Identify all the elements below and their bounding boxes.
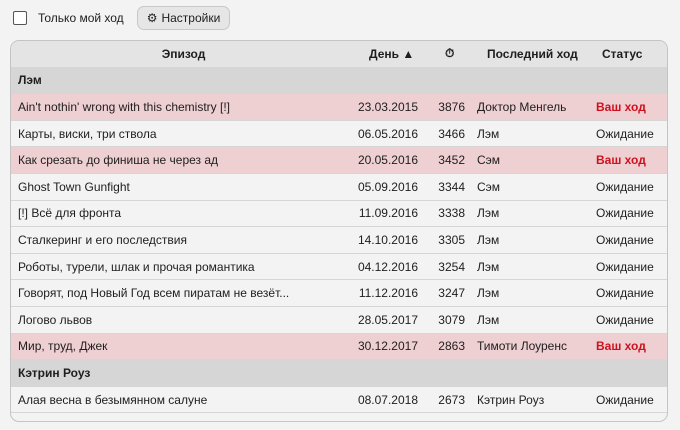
table-row[interactable]: [!] Всё для фронта 11.09.2016 3338 Лэм О… — [11, 201, 667, 228]
table-row[interactable]: Как срезать до финиша не через ад 20.05.… — [11, 147, 667, 174]
last-move-cell: Кэтрин Роуз — [477, 392, 545, 407]
table-row[interactable]: Сталкеринг и его последствия 14.10.2016 … — [11, 227, 667, 254]
episode-cell: Мир, труд, Джек — [18, 339, 108, 354]
status-cell: Ожидание — [596, 312, 654, 327]
number-cell: 3247 — [438, 286, 465, 301]
day-cell: 11.09.2016 — [358, 206, 418, 221]
status-cell: Ожидание — [596, 232, 654, 247]
table-row[interactable]: Говорят, под Новый Год всем пиратам не в… — [11, 280, 667, 307]
last-move-cell: Сэм — [477, 153, 501, 168]
last-move-cell: Сэм — [477, 179, 501, 194]
day-cell: 11.12.2016 — [358, 286, 418, 301]
column-episode[interactable]: Эпизод — [11, 47, 356, 61]
sort-ascending-icon: ▲ — [402, 46, 415, 61]
status-cell: Ваш ход — [596, 339, 646, 354]
status-cell: Ожидание — [596, 126, 654, 141]
last-move-cell: Доктор Менгель — [477, 99, 567, 114]
day-cell: 08.07.2018 — [357, 392, 418, 407]
column-day[interactable]: День ▲ — [369, 47, 414, 61]
episode-cell: Карты, виски, три ствола — [18, 126, 157, 141]
day-cell: 28.05.2017 — [357, 312, 418, 327]
settings-button[interactable]: ⚙ Настройки — [136, 6, 231, 30]
number-cell: 2863 — [438, 339, 465, 354]
number-cell: 3344 — [438, 179, 465, 194]
number-cell: 3338 — [438, 206, 465, 221]
last-move-cell: Лэм — [477, 206, 500, 221]
toolbar: Только мой ход ⚙ Настройки — [13, 6, 231, 30]
column-last-move[interactable]: Последний ход — [487, 47, 578, 61]
group-name: Кэтрин Роуз — [18, 365, 91, 380]
last-move-cell: Лэм — [477, 259, 500, 274]
table-row[interactable]: Ain't nothin' wrong with this chemistry … — [11, 94, 667, 121]
gear-icon: ⚙ — [146, 11, 158, 25]
table-row[interactable]: Мир, труд, Джек 30.12.2017 2863 Тимоти Л… — [11, 333, 667, 361]
table-row[interactable]: Ghost Town Gunfight 05.09.2016 3344 Сэм … — [11, 174, 667, 201]
episodes-table: Эпизод День ▲ ⏱ Последний ход Статус Лэм… — [10, 40, 668, 422]
number-cell: 2673 — [438, 392, 465, 407]
column-status[interactable]: Статус — [602, 47, 642, 61]
last-move-cell: Лэм — [477, 126, 500, 141]
episode-cell: Ain't nothin' wrong with this chemistry … — [18, 99, 230, 114]
episode-cell: Сталкеринг и его последствия — [18, 232, 187, 247]
status-cell: Ожидание — [596, 286, 654, 301]
episode-cell: Логово львов — [18, 312, 93, 327]
table-row[interactable]: Алая весна в безымянном салуне 08.07.201… — [11, 387, 667, 414]
day-cell: 05.09.2016 — [357, 179, 418, 194]
episode-cell: Ghost Town Gunfight — [18, 179, 130, 194]
day-cell: 04.12.2016 — [357, 259, 418, 274]
number-cell: 3305 — [438, 232, 465, 247]
number-cell: 3466 — [438, 126, 465, 141]
table-row[interactable]: Логово львов 28.05.2017 3079 Лэм Ожидани… — [11, 307, 667, 334]
settings-label: Настройки — [161, 11, 221, 25]
day-cell: 20.05.2016 — [357, 153, 418, 168]
status-cell: Ожидание — [596, 206, 654, 221]
table-row[interactable]: Карты, виски, три ствола 06.05.2016 3466… — [11, 121, 667, 148]
group-name: Лэм — [18, 73, 42, 88]
timer-icon[interactable]: ⏱ — [445, 46, 454, 61]
episode-cell: [!] Всё для фронта — [18, 206, 122, 221]
last-move-cell: Лэм — [477, 312, 500, 327]
last-move-cell: Тимоти Лоуренс — [477, 339, 567, 354]
episode-cell: Роботы, турели, шлак и прочая романтика — [18, 259, 255, 274]
last-move-cell: Лэм — [477, 232, 500, 247]
status-cell: Ваш ход — [596, 99, 646, 114]
number-cell: 3876 — [438, 99, 465, 114]
group-row[interactable]: Кэтрин Роуз — [11, 360, 667, 387]
day-cell: 30.12.2017 — [357, 339, 418, 354]
number-cell: 3452 — [438, 153, 465, 168]
day-cell: 23.03.2015 — [357, 99, 418, 114]
day-cell: 06.05.2016 — [357, 126, 418, 141]
number-cell: 3254 — [438, 259, 465, 274]
group-row[interactable]: Лэм — [11, 67, 667, 95]
only-my-turn-label[interactable]: Только мой ход — [38, 11, 124, 25]
episode-cell: Говорят, под Новый Год всем пиратам не в… — [18, 286, 290, 301]
status-cell: Ваш ход — [596, 153, 646, 168]
last-move-cell: Лэм — [477, 286, 500, 301]
status-cell: Ожидание — [596, 179, 654, 194]
status-cell: Ожидание — [596, 392, 654, 407]
only-my-turn-checkbox[interactable] — [13, 11, 27, 25]
number-cell: 3079 — [438, 312, 465, 327]
table-header: Эпизод День ▲ ⏱ Последний ход Статус — [11, 41, 667, 68]
day-cell: 14.10.2016 — [357, 232, 418, 247]
episode-cell: Как срезать до финиша не через ад — [18, 153, 219, 168]
episode-cell: Алая весна в безымянном салуне — [18, 392, 208, 407]
table-row[interactable]: Роботы, турели, шлак и прочая романтика … — [11, 254, 667, 281]
status-cell: Ожидание — [596, 259, 654, 274]
